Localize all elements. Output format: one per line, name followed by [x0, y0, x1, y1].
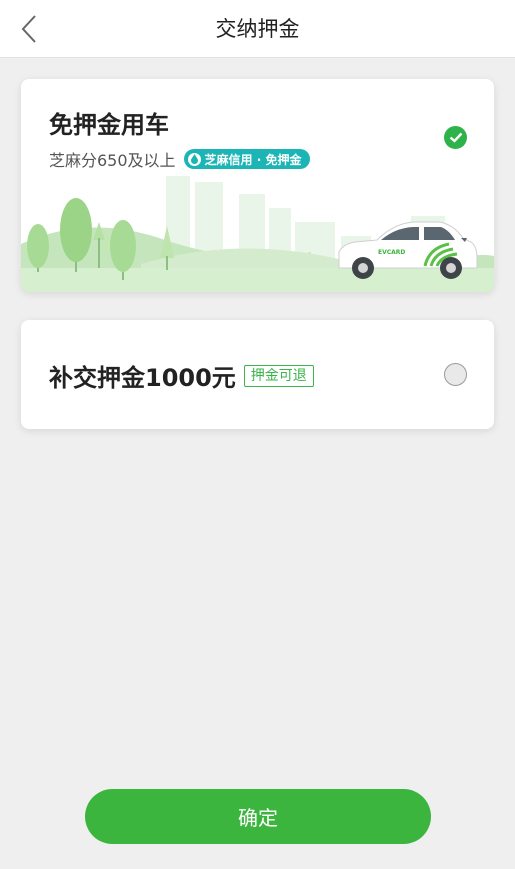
pay-deposit-radio-unchecked[interactable] — [444, 363, 467, 386]
confirm-button[interactable]: 确定 — [85, 789, 431, 844]
pay-deposit-title: 补交押金1000元 — [49, 364, 236, 392]
free-deposit-subtitle-row: 芝麻分650及以上 芝麻信用 · 免押金 — [49, 147, 311, 171]
sesame-credit-icon — [187, 152, 201, 166]
city-car-illustration: EVCARD — [21, 176, 494, 292]
sesame-score-requirement: 芝麻分650及以上 — [49, 151, 176, 170]
refundable-tag: 押金可退 — [243, 364, 314, 387]
free-deposit-radio-checked[interactable] — [444, 126, 467, 149]
sesame-credit-badge-label: 芝麻信用 · 免押金 — [204, 152, 302, 167]
pay-deposit-option[interactable]: 补交押金1000元 押金可退 — [21, 320, 494, 429]
page-title: 交纳押金 — [215, 17, 300, 41]
free-deposit-option[interactable]: 免押金用车 芝麻分650及以上 芝麻信用 · 免押金 EVCARD — [21, 79, 494, 292]
free-deposit-title: 免押金用车 — [49, 111, 169, 139]
sesame-credit-badge: 芝麻信用 · 免押金 — [183, 149, 311, 169]
nav-header: 交纳押金 — [0, 0, 515, 58]
check-icon — [449, 132, 462, 143]
pay-deposit-row: 补交押金1000元 押金可退 — [49, 358, 314, 393]
car-brand-text: EVCARD — [378, 249, 405, 256]
